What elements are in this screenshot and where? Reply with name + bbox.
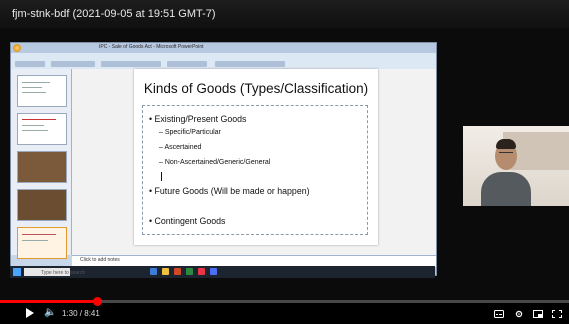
progress-scrubber[interactable]: [92, 297, 102, 306]
notes-placeholder: Click to add notes: [80, 257, 120, 263]
powerpoint-window-title: IPC - Sale of Goods Act - Microsoft Powe…: [99, 44, 204, 50]
play-icon[interactable]: [26, 308, 34, 318]
text-cursor: [161, 172, 162, 181]
slide-thumbnail[interactable]: [17, 189, 67, 221]
bullet-existing-goods: • Existing/Present Goods: [149, 114, 247, 124]
powerpoint-titlebar: IPC - Sale of Goods Act - Microsoft Powe…: [11, 43, 436, 53]
powerpoint-icon[interactable]: [174, 268, 181, 275]
search-placeholder: Type here to search: [41, 270, 86, 276]
windows-taskbar: Type here to search: [10, 266, 435, 278]
office-button-icon[interactable]: [13, 44, 21, 52]
ribbon-group[interactable]: [167, 61, 207, 67]
ribbon-group[interactable]: [51, 61, 95, 67]
folder-icon[interactable]: [162, 268, 169, 275]
taskbar-app-icon[interactable]: [210, 268, 217, 275]
subtitles-icon[interactable]: [494, 310, 504, 318]
time-display: 1:30 / 8:41: [62, 309, 100, 318]
progress-played: [0, 300, 97, 303]
fullscreen-icon[interactable]: [552, 310, 562, 318]
bullet-future-goods: • Future Goods (Will be made or happen): [149, 186, 310, 196]
taskbar-app-icon[interactable]: [150, 268, 157, 275]
slide-thumbnail[interactable]: [17, 75, 67, 107]
webcam-video: [463, 126, 569, 206]
subbullet-ascertained: – Ascertained: [159, 144, 202, 151]
slide-thumbnail[interactable]: [17, 113, 67, 145]
current-slide[interactable]: Kinds of Goods (Types/Classification) • …: [134, 69, 378, 245]
taskbar-search-box[interactable]: Type here to search: [24, 268, 85, 276]
presenter-body: [481, 172, 531, 206]
slide-canvas[interactable]: Kinds of Goods (Types/Classification) • …: [72, 69, 436, 255]
ribbon-group[interactable]: [215, 61, 285, 67]
powerpoint-window: IPC - Sale of Goods Act - Microsoft Powe…: [10, 42, 437, 276]
video-title[interactable]: fjm-stnk-bdf (2021-09-05 at 19:51 GMT-7): [12, 8, 216, 20]
subbullet-specific: – Specific/Particular: [159, 129, 221, 136]
slide-thumbnail[interactable]: [17, 151, 67, 183]
bullet-contingent-goods: • Contingent Goods: [149, 216, 226, 226]
slide-thumbnail-selected[interactable]: [17, 227, 67, 259]
slide-title[interactable]: Kinds of Goods (Types/Classification): [134, 81, 378, 96]
slides-pane[interactable]: [11, 69, 72, 259]
presenter-glasses: [499, 152, 513, 156]
volume-icon[interactable]: 🔈: [44, 307, 56, 318]
windows-start-icon[interactable]: [13, 268, 21, 276]
subbullet-non-ascertained: – Non-Ascertained/Generic/General: [159, 159, 271, 166]
ribbon-group[interactable]: [101, 61, 161, 67]
ribbon: [11, 53, 436, 70]
presenter-hair: [496, 139, 516, 149]
chrome-icon[interactable]: [198, 268, 205, 275]
settings-icon[interactable]: [514, 310, 524, 318]
taskbar-app-icon[interactable]: [186, 268, 193, 275]
ribbon-group[interactable]: [15, 61, 45, 67]
slide-content-placeholder[interactable]: • Existing/Present Goods – Specific/Part…: [142, 105, 368, 235]
miniplayer-icon[interactable]: [533, 310, 543, 318]
